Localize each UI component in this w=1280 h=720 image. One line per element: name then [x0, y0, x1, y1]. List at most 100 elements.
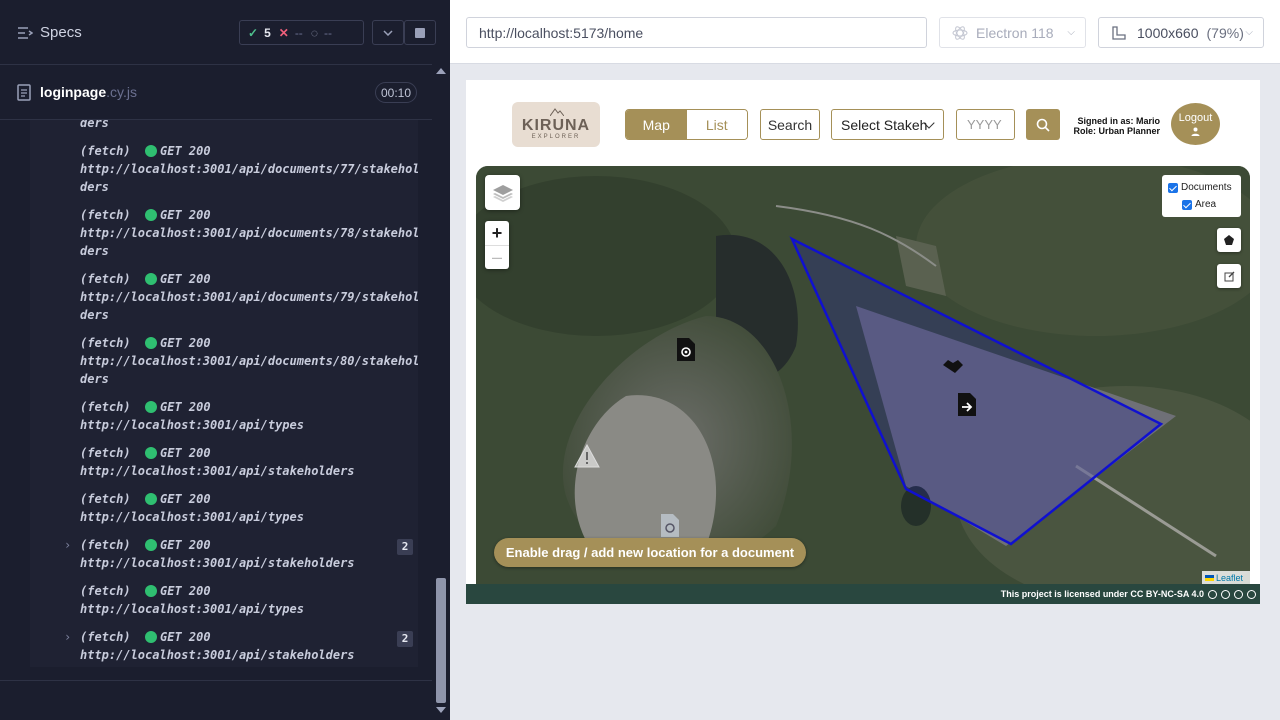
- leaflet-link[interactable]: Leaflet: [1216, 573, 1243, 583]
- viewport-selector[interactable]: 1000x660 (79%) ⌵: [1098, 17, 1264, 48]
- cypress-panel: Specs ✓ 5 ✕ -- ◌ -- loginpage.cy.js 00:10 d…: [0, 0, 450, 720]
- log-command-tag: (fetch): [80, 336, 131, 350]
- log-entry-header: (fetch) GET 200: [30, 206, 418, 224]
- log-entry[interactable]: › (fetch) GET 200 2 http://localhost:3001/ap…: [30, 536, 418, 572]
- request-status: GET 200: [160, 336, 211, 350]
- edit-layers-button[interactable]: [1217, 264, 1241, 288]
- document-marker-gear-faded-icon[interactable]: [660, 513, 680, 538]
- view-toggle: Map List: [625, 109, 748, 140]
- log-entry[interactable]: (fetch) GET 200 http://localhost:3001/api/…: [30, 270, 418, 324]
- search-button[interactable]: Search: [760, 109, 820, 140]
- stop-button[interactable]: [404, 20, 436, 45]
- document-marker-arrow-icon[interactable]: [957, 392, 977, 417]
- log-entry[interactable]: (fetch) GET 200 http://localhost:3001/api/…: [30, 490, 418, 526]
- chevron-right-icon[interactable]: ›: [64, 628, 71, 646]
- log-entry[interactable]: (fetch) GET 200 http://localhost:3001/api/…: [30, 142, 418, 196]
- request-url: http://localhost:3001/api/types: [80, 602, 304, 616]
- map-view-button[interactable]: Map: [626, 110, 687, 139]
- status-success-icon: [145, 145, 157, 157]
- log-entry[interactable]: (fetch) GET 200 http://localhost:3001/api/…: [30, 334, 418, 388]
- request-status: GET 200: [160, 208, 211, 222]
- by-icon: [1221, 589, 1230, 599]
- map-view[interactable]: + – Documents Area Enable drag / add new…: [476, 166, 1250, 584]
- log-command-tag: (fetch): [80, 492, 131, 506]
- log-entry-header: (fetch) GET 200: [30, 270, 418, 288]
- options-dropdown-button[interactable]: [372, 20, 404, 45]
- document-marker-gear-icon[interactable]: [676, 337, 696, 362]
- zoom-in-button[interactable]: +: [485, 221, 509, 245]
- file-icon: [17, 84, 31, 101]
- submit-search-button[interactable]: [1026, 109, 1060, 140]
- chevron-right-icon[interactable]: ›: [64, 536, 71, 554]
- kiruna-logo[interactable]: KIRUNA EXPLORER: [512, 102, 600, 147]
- draw-polygon-button[interactable]: [1217, 228, 1241, 252]
- document-marker-warning-icon[interactable]: [574, 444, 600, 468]
- specs-list-icon[interactable]: [17, 25, 33, 41]
- enable-drag-button[interactable]: Enable drag / add new location for a doc…: [494, 538, 806, 567]
- user-info: Signed in as: Mario Role: Urban Planner: [1066, 116, 1160, 136]
- log-entry[interactable]: (fetch) GET 200 http://localhost:3001/api/…: [30, 444, 418, 480]
- request-status: GET 200: [160, 584, 211, 598]
- area-toggle[interactable]: Area: [1182, 196, 1235, 213]
- search-icon: [1036, 118, 1050, 132]
- log-entry-header: (fetch) GET 200: [30, 142, 418, 160]
- log-entry[interactable]: › (fetch) GET 200 2 http://localhost:3001/ap…: [30, 628, 418, 664]
- log-entry[interactable]: ders: [30, 120, 418, 132]
- mountain-icon: [550, 108, 564, 116]
- browser-name: Electron 118: [976, 24, 1054, 41]
- viewport-zoom: (79%): [1206, 24, 1244, 41]
- license-footer: This project is licensed under CC BY-NC-…: [466, 584, 1260, 604]
- log-entry-header: (fetch) GET 200: [30, 582, 418, 600]
- document-marker-handshake-icon[interactable]: [942, 358, 964, 374]
- user-icon: [1191, 127, 1200, 136]
- log-command-tag: (fetch): [80, 144, 131, 158]
- map-layer-legend: Documents Area: [1162, 175, 1241, 217]
- scroll-thumb[interactable]: [436, 578, 446, 703]
- request-url: http://localhost:3001/api/documents/80/s…: [80, 354, 418, 368]
- request-url: ders: [80, 244, 109, 258]
- logo-title: KIRUNA: [521, 116, 591, 134]
- signed-in-label: Signed in as: Mario: [1077, 116, 1160, 126]
- log-entry[interactable]: (fetch) GET 200 http://localhost:3001/api/…: [30, 206, 418, 260]
- stakeholder-select[interactable]: Select Stakeh: [831, 109, 944, 140]
- log-command-tag: (fetch): [80, 272, 131, 286]
- status-success-icon: [145, 539, 157, 551]
- log-command-tag: (fetch): [80, 208, 131, 222]
- log-entry[interactable]: (fetch) GET 200 http://localhost:3001/api/…: [30, 582, 418, 618]
- layers-icon: [492, 184, 513, 202]
- scroll-down-arrow-icon[interactable]: [436, 707, 446, 713]
- log-entry[interactable]: (fetch) GET 200 http://localhost:3001/api/…: [30, 398, 418, 434]
- log-entry-header: (fetch) GET 200: [30, 444, 418, 462]
- request-status: GET 200: [160, 538, 211, 552]
- command-log: ders (fetch) GET 200 http://localhost:3001/…: [30, 120, 418, 667]
- layers-button[interactable]: [485, 175, 520, 210]
- scroll-up-arrow-icon[interactable]: [436, 68, 446, 74]
- log-command-tag: (fetch): [80, 538, 131, 552]
- log-entry-header: › (fetch) GET 200 2: [30, 628, 418, 647]
- request-count-badge: 2: [397, 631, 413, 647]
- logout-button[interactable]: Logout: [1171, 103, 1220, 145]
- list-view-button[interactable]: List: [686, 110, 747, 139]
- request-url: ders: [80, 120, 109, 130]
- leaflet-attribution[interactable]: Leaflet: [1202, 571, 1250, 584]
- browser-selector[interactable]: Electron 118 ⌵: [939, 17, 1086, 48]
- documents-toggle[interactable]: Documents: [1168, 179, 1235, 196]
- status-success-icon: [145, 337, 157, 349]
- zoom-out-button[interactable]: –: [485, 245, 509, 269]
- url-bar[interactable]: http://localhost:5173/home: [466, 17, 927, 48]
- checkbox-checked-icon[interactable]: [1168, 182, 1178, 193]
- spec-file-name[interactable]: loginpage.cy.js: [40, 84, 137, 100]
- run-duration: 00:10: [375, 82, 417, 103]
- status-success-icon: [145, 447, 157, 459]
- request-status: GET 200: [160, 492, 211, 506]
- year-input[interactable]: YYYY: [956, 109, 1015, 140]
- status-success-icon: [145, 273, 157, 285]
- request-url: http://localhost:3001/api/types: [80, 510, 304, 524]
- request-status: GET 200: [160, 400, 211, 414]
- satellite-map[interactable]: [476, 166, 1250, 584]
- checkbox-checked-icon[interactable]: [1182, 199, 1192, 210]
- specs-title[interactable]: Specs: [40, 24, 82, 41]
- cross-icon: ✕: [278, 25, 289, 40]
- request-url: http://localhost:3001/api/documents/79/s…: [80, 290, 418, 304]
- request-url: http://localhost:3001/api/types: [80, 418, 304, 432]
